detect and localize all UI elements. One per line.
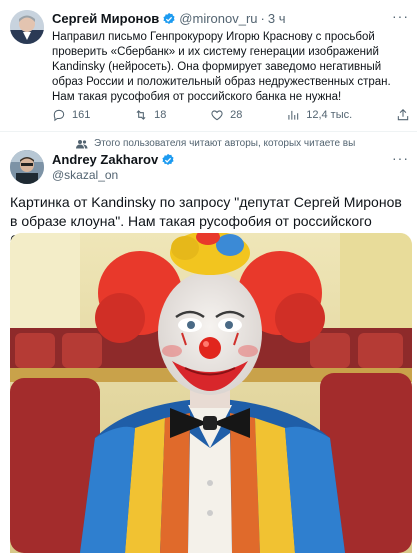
reply-button[interactable]: 161 <box>52 108 90 122</box>
like-button[interactable]: 28 <box>210 108 242 122</box>
verified-badge-icon <box>163 12 175 24</box>
reply-count: 161 <box>72 109 91 121</box>
like-count: 28 <box>230 109 243 121</box>
reply-icon <box>53 109 65 122</box>
share-icon <box>397 109 409 121</box>
retweet-button[interactable]: 18 <box>134 108 166 122</box>
avatar[interactable] <box>10 150 44 184</box>
tweet-actions: 161 18 28 12,4 тыс. <box>52 108 410 122</box>
avatar-zakharov-image <box>10 150 44 184</box>
views-button[interactable]: 12,4 тыс. <box>286 108 352 122</box>
views-icon <box>288 110 299 120</box>
timestamp[interactable]: 3 ч <box>268 11 286 26</box>
more-options-icon[interactable]: ··· <box>392 150 409 166</box>
retweet-icon <box>136 110 146 120</box>
separator-dot: · <box>260 11 265 26</box>
heart-icon <box>211 110 223 121</box>
people-icon <box>76 139 88 148</box>
author-handle[interactable]: @skazal_on <box>52 168 118 182</box>
share-button[interactable] <box>396 108 410 122</box>
avatar-mironov-image <box>10 10 44 44</box>
clown-image <box>10 233 412 553</box>
verified-badge-icon <box>162 153 174 165</box>
views-count: 12,4 тыс. <box>306 109 353 121</box>
tweet-text: Направил письмо Генпрокурору Игорю Красн… <box>52 31 391 103</box>
author-name[interactable]: Сергей Миронов <box>52 11 159 26</box>
divider <box>0 131 417 132</box>
avatar[interactable] <box>10 10 44 44</box>
tweet-mironov[interactable]: Сергей Миронов @mironov_ru · 3 ч ··· Нап… <box>0 0 417 140</box>
author-name[interactable]: Andrey Zakharov <box>52 152 158 167</box>
more-options-icon[interactable]: ··· <box>392 8 409 24</box>
tweet-zakharov-header: Andrey Zakharov @skazal_on ··· <box>0 148 417 188</box>
tweet-media-image[interactable] <box>10 233 412 553</box>
author-handle[interactable]: @mironov_ru <box>179 11 257 26</box>
retweet-count: 18 <box>154 109 167 121</box>
